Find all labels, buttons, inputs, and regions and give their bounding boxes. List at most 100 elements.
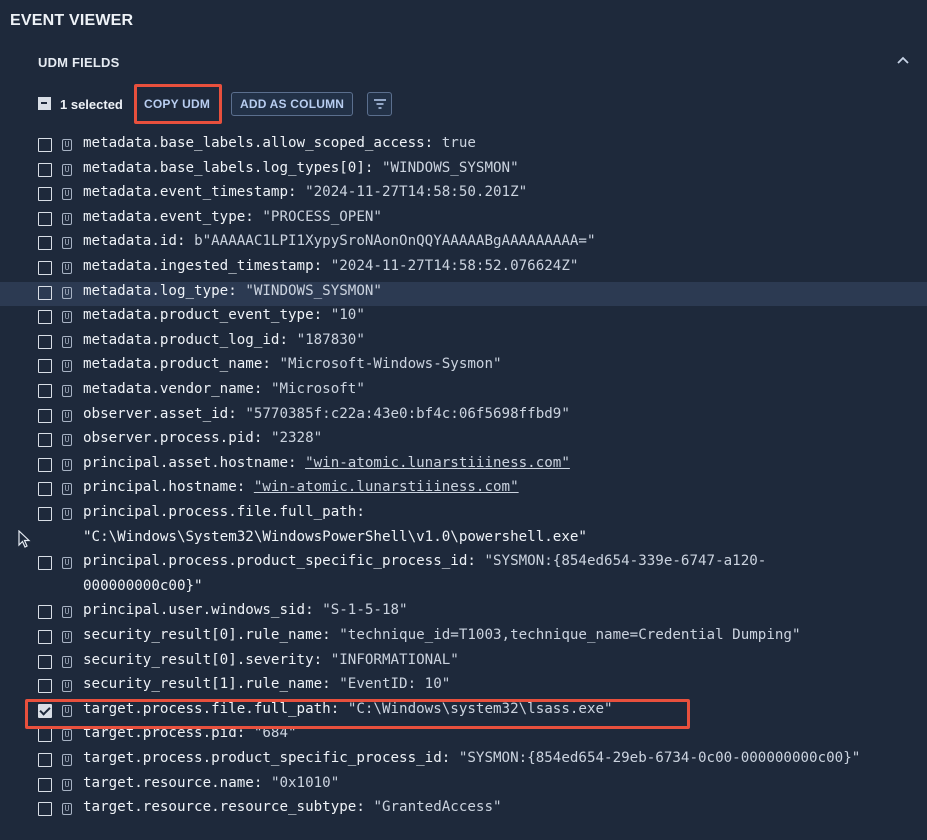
field-checkbox[interactable] [38, 408, 52, 423]
field-row[interactable]: Utarget.resource.resource_subtype: "Gran… [0, 798, 927, 823]
field-row[interactable]: Uprincipal.hostname: "win-atomic.lunarst… [0, 478, 927, 503]
udm-field-icon: U [62, 483, 72, 496]
field-checkbox[interactable] [38, 728, 52, 743]
field-checkbox[interactable] [38, 236, 52, 251]
field-checkbox[interactable] [38, 138, 52, 152]
field-separator: : [313, 307, 331, 324]
field-key: target.resource.name [83, 774, 254, 791]
field-row[interactable]: Utarget.resource.name: "0x1010" [0, 774, 927, 799]
field-value: "Microsoft" [270, 381, 365, 397]
field-checkbox[interactable] [38, 753, 52, 767]
udm-field-icon: U [62, 311, 72, 324]
field-key: metadata.ingested_timestamp [83, 258, 314, 274]
udm-field-icon: U [62, 729, 72, 742]
filter-button[interactable] [367, 92, 392, 116]
field-checkbox[interactable] [38, 261, 52, 275]
field-row[interactable]: Uobserver.asset_id: "5770385f:c22a:43e0:… [0, 405, 927, 430]
field-row[interactable]: Uprincipal.process.product_specific_proc… [0, 552, 927, 601]
field-line: target.resource.name: "0x1010" [83, 775, 339, 791]
field-row[interactable]: Umetadata.id: b"AAAAAC1LPI1XypySroNAonOn… [0, 232, 927, 257]
field-separator: : [441, 750, 459, 766]
field-row[interactable]: Umetadata.product_name: "Microsoft-Windo… [0, 355, 927, 380]
field-row[interactable]: Umetadata.ingested_timestamp: "2024-11-2… [0, 257, 927, 282]
field-key: security_result[0].rule_name [83, 627, 323, 643]
field-row[interactable]: Uprincipal.user.windows_sid: "S-1-5-18" [0, 601, 927, 626]
field-key: metadata.id [83, 233, 177, 250]
field-key: target.resource.resource_subtype [83, 799, 357, 816]
field-checkbox[interactable] [38, 433, 52, 448]
field-value: "Microsoft-Windows-Sysmon" [279, 356, 502, 373]
field-row[interactable]: Uobserver.process.pid: "2328" [0, 429, 927, 454]
field-line: security_result[1].rule_name: "EventID: … [83, 676, 450, 692]
field-checkbox[interactable] [38, 507, 52, 521]
field-key: security_result[0].severity [83, 651, 314, 668]
add-as-column-button[interactable]: ADD AS COLUMN [231, 92, 354, 116]
field-separator: : [467, 553, 485, 570]
field-line: security_result[0].severity: "INFORMATIO… [83, 652, 459, 668]
field-line: target.process.file.full_path: "C:\Windo… [83, 701, 613, 717]
field-checkbox[interactable] [38, 703, 52, 718]
field-value-continuation: "C:\Windows\System32\WindowsPowerShell\v… [83, 528, 587, 545]
udm-field-icon: U [62, 163, 72, 176]
field-checkbox[interactable] [38, 802, 52, 817]
field-checkbox[interactable] [38, 482, 52, 497]
field-value: "S-1-5-18" [322, 602, 408, 619]
udm-field-icon: U [62, 458, 72, 471]
field-checkbox[interactable] [38, 211, 52, 226]
field-row[interactable]: Umetadata.vendor_name: "Microsoft" [0, 380, 927, 405]
field-separator: : [176, 233, 195, 250]
udm-field-icon: U [62, 262, 72, 274]
field-value: "684" [253, 725, 297, 742]
field-checkbox[interactable] [38, 285, 52, 300]
field-checkbox[interactable] [38, 777, 52, 792]
field-row[interactable]: Umetadata.base_labels.log_types[0]: "WIN… [0, 159, 927, 184]
field-checkbox[interactable] [38, 334, 52, 349]
field-row[interactable]: Umetadata.product_event_type: "10" [0, 306, 927, 331]
field-value: "GrantedAccess" [373, 799, 502, 816]
udm-field-icon: U [62, 631, 72, 643]
field-row[interactable]: Uprincipal.asset.hostname: "win-atomic.l… [0, 454, 927, 479]
field-row[interactable]: Usecurity_result[0].rule_name: "techniqu… [0, 626, 927, 651]
field-checkbox[interactable] [38, 457, 52, 472]
field-checkbox[interactable] [38, 187, 52, 202]
field-line: metadata.event_type: "PROCESS_OPEN" [83, 209, 382, 225]
copy-udm-button[interactable]: COPY UDM [136, 92, 218, 116]
field-row[interactable]: Umetadata.base_labels.allow_scoped_acces… [0, 134, 927, 159]
field-row[interactable]: Utarget.process.file.full_path: "C:\Wind… [0, 700, 927, 725]
field-checkbox[interactable] [38, 556, 52, 571]
field-key: target.process.product_specific_process_… [83, 750, 442, 766]
field-row[interactable]: Umetadata.log_type: "WINDOWS_SYSMON" [0, 281, 927, 307]
udm-field-icon: U [62, 360, 72, 373]
chevron-up-icon[interactable] [896, 54, 910, 68]
field-line: target.resource.resource_subtype: "Grant… [83, 799, 502, 815]
field-checkbox[interactable] [38, 162, 52, 177]
field-key: metadata.base_labels.allow_scoped_access [83, 135, 425, 151]
udm-fields-header[interactable]: UDM FIELDS [38, 54, 918, 74]
field-checkbox[interactable] [38, 384, 52, 398]
field-line: security_result[0].rule_name: "technique… [83, 627, 801, 643]
field-row[interactable]: Usecurity_result[0].severity: "INFORMATI… [0, 651, 927, 676]
field-row[interactable]: Umetadata.event_type: "PROCESS_OPEN" [0, 208, 927, 233]
field-checkbox[interactable] [38, 654, 52, 669]
field-checkbox[interactable] [38, 679, 52, 694]
field-row[interactable]: Umetadata.product_log_id: "187830" [0, 331, 927, 356]
field-row[interactable]: Utarget.process.pid: "684" [0, 724, 927, 749]
field-checkbox[interactable] [38, 310, 52, 325]
field-separator: : [364, 159, 382, 176]
field-row[interactable]: Utarget.process.product_specific_process… [0, 749, 927, 774]
field-row[interactable]: Uprincipal.process.file.full_path: "C:\W… [0, 503, 927, 552]
field-checkbox[interactable] [38, 630, 52, 644]
mouse-cursor-icon [18, 530, 31, 548]
field-value-link[interactable]: "win-atomic.lunarstiiiness.com" [305, 455, 570, 471]
field-row[interactable]: Umetadata.event_timestamp: "2024-11-27T1… [0, 183, 927, 208]
field-checkbox[interactable] [38, 359, 52, 374]
field-key: principal.user.windows_sid [83, 602, 306, 619]
udm-field-icon: U [62, 680, 72, 693]
field-value-link[interactable]: "win-atomic.lunarstiiiness.com" [254, 479, 519, 495]
field-row[interactable]: Usecurity_result[1].rule_name: "EventID:… [0, 675, 927, 700]
field-separator: : [313, 258, 331, 274]
field-line: metadata.base_labels.allow_scoped_access… [83, 135, 476, 151]
udm-field-icon: U [62, 655, 72, 668]
field-checkbox[interactable] [38, 605, 52, 620]
select-all-checkbox[interactable] [38, 97, 51, 110]
